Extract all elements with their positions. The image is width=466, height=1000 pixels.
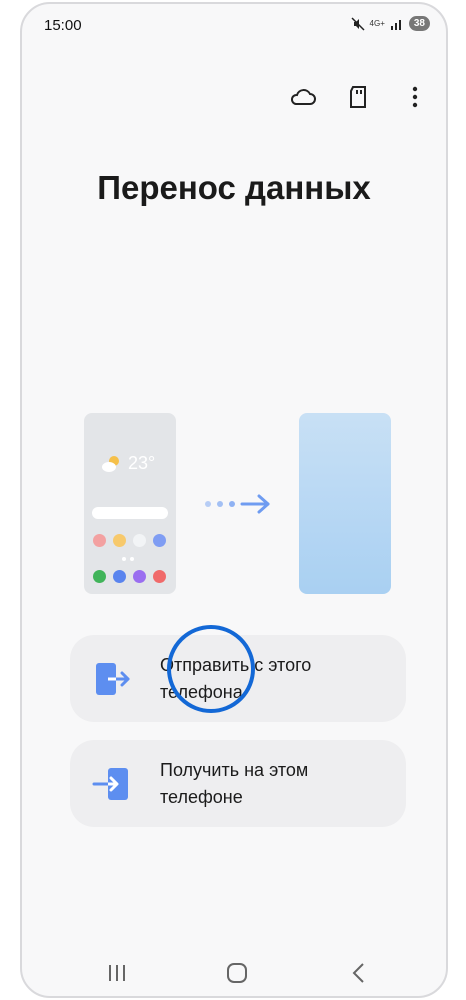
recent-apps-button[interactable] [106,962,128,989]
page-title: Перенос данных [97,169,371,206]
app-dot [153,534,166,547]
status-icons: 4G+ 38 [351,16,430,31]
weather-sun-cloud-icon [102,455,119,472]
search-bar-illustration [92,507,168,519]
app-row-1 [93,534,166,547]
app-row-2 [93,570,166,583]
arrow-right-icon [205,494,270,514]
status-bar: 15:00 4G+ 38 [22,4,446,48]
cloud-icon [290,89,316,105]
app-dot [113,534,126,547]
transfer-illustration: 23° [22,409,446,599]
battery-indicator: 38 [408,16,430,31]
recent-apps-icon [109,965,125,981]
navigation-bar [22,952,446,996]
sd-card-button[interactable] [344,82,374,112]
transfer-arrow [204,493,274,520]
app-dot [133,534,146,547]
toolbar [288,82,430,112]
home-icon [227,963,247,983]
network-type: 4G+ [369,18,385,28]
app-dot [93,570,106,583]
destination-phone-illustration [299,413,391,594]
more-options-button[interactable] [400,82,430,112]
app-dot [113,570,126,583]
cloud-button[interactable] [288,82,318,112]
app-dot [133,570,146,583]
app-dot [153,570,166,583]
receive-on-phone-icon [92,767,128,800]
page-indicator [122,557,134,561]
weather-widget: 23° [100,453,155,474]
receive-on-phone-button[interactable]: Получить на этом телефоне [70,740,406,827]
receive-on-phone-label: Получить на этом телефоне [160,759,309,807]
source-phone-illustration: 23° [84,413,176,594]
status-time: 15:00 [44,17,82,34]
more-options-icon [412,86,418,108]
home-button[interactable] [226,962,248,989]
sd-card-icon [350,86,366,108]
send-from-phone-icon [96,662,130,695]
weather-temperature: 23° [128,453,156,473]
phone-frame: 15:00 4G+ 38 Перенос данных 23° Отправит… [20,2,448,998]
back-icon [352,963,364,983]
tap-highlight-circle [167,625,255,713]
back-button[interactable] [348,962,370,989]
mute-icon [351,16,365,31]
app-dot [93,534,106,547]
signal-icon [390,19,401,30]
